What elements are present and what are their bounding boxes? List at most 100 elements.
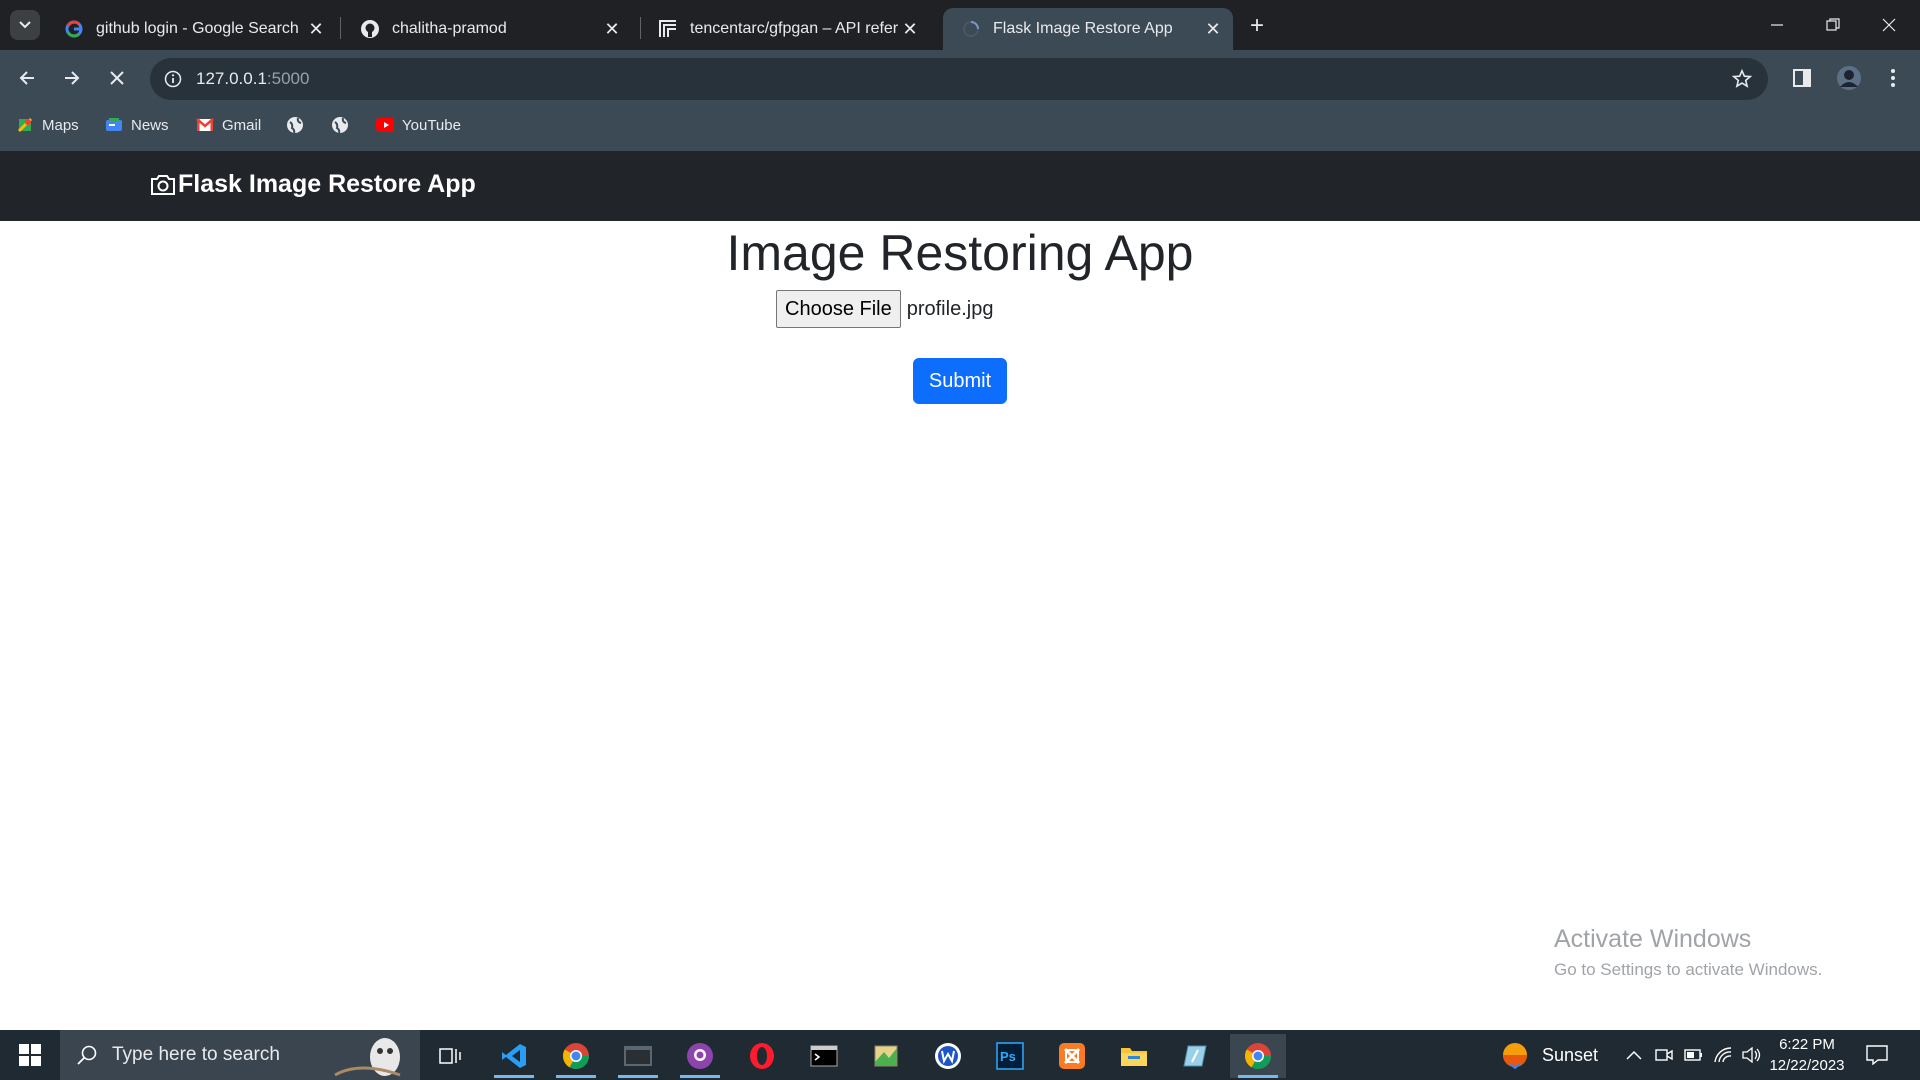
file-input[interactable]: Choose File profile.jpg bbox=[776, 290, 993, 328]
window-app-icon bbox=[624, 1046, 652, 1066]
star-icon[interactable] bbox=[1732, 69, 1752, 89]
taskbar-clock[interactable]: 6:22 PM 12/22/2023 bbox=[1752, 1034, 1862, 1076]
taskbar-vscode[interactable] bbox=[486, 1034, 542, 1078]
youtube-icon bbox=[376, 116, 394, 134]
taskbar-task-view[interactable] bbox=[422, 1034, 478, 1078]
minimize-button[interactable] bbox=[1749, 0, 1805, 50]
url-host: 127.0.0.1 bbox=[196, 69, 267, 88]
tab-search-button[interactable] bbox=[10, 10, 40, 40]
forward-button[interactable] bbox=[57, 63, 87, 93]
taskbar-chrome-active[interactable] bbox=[1230, 1034, 1286, 1078]
page-title: Image Restoring App bbox=[726, 225, 1194, 281]
back-button[interactable] bbox=[12, 63, 42, 93]
close-icon bbox=[1882, 18, 1896, 32]
camera-icon bbox=[151, 174, 175, 195]
show-hidden-icons-button[interactable] bbox=[1626, 1030, 1642, 1080]
network-button[interactable] bbox=[1714, 1030, 1732, 1080]
bookmark-youtube[interactable]: YouTube bbox=[376, 115, 461, 135]
brand-label: Flask Image Restore App bbox=[178, 170, 476, 198]
taskbar-notepad-app[interactable] bbox=[1168, 1034, 1224, 1078]
bookmark-label: YouTube bbox=[402, 116, 461, 134]
notepad-icon bbox=[1183, 1045, 1207, 1067]
opera-icon bbox=[750, 1043, 774, 1069]
search-placeholder: Type here to search bbox=[112, 1044, 280, 1065]
taskbar-word-app[interactable] bbox=[920, 1034, 976, 1078]
taskbar-xampp[interactable] bbox=[1044, 1034, 1100, 1078]
new-tab-button[interactable]: + bbox=[1243, 12, 1271, 40]
bookmark-gmail[interactable]: Gmail bbox=[196, 115, 261, 135]
news-icon bbox=[105, 116, 123, 134]
taskbar-terminal-window[interactable] bbox=[610, 1034, 666, 1078]
taskbar-search[interactable]: Type here to search bbox=[60, 1030, 420, 1080]
word-app-icon bbox=[935, 1043, 961, 1069]
url-port: :5000 bbox=[266, 69, 310, 88]
more-vert-icon bbox=[1891, 69, 1895, 87]
github-icon bbox=[360, 19, 380, 39]
submit-button[interactable]: Submit bbox=[913, 358, 1007, 404]
battery-button[interactable] bbox=[1684, 1030, 1704, 1080]
taskbar-chrome[interactable] bbox=[548, 1034, 604, 1078]
window-close-button[interactable] bbox=[1861, 0, 1917, 50]
search-icon bbox=[77, 1045, 97, 1065]
close-icon[interactable]: ✕ bbox=[898, 17, 922, 41]
navbar-brand[interactable]: Flask Image Restore App bbox=[150, 170, 476, 199]
meet-now-button[interactable] bbox=[1655, 1030, 1673, 1080]
close-icon[interactable]: ✕ bbox=[304, 17, 328, 41]
close-icon bbox=[110, 71, 124, 85]
taskbar-opera[interactable] bbox=[734, 1034, 790, 1078]
replicate-icon bbox=[658, 19, 678, 39]
gmail-icon bbox=[196, 116, 214, 134]
terminal-icon bbox=[810, 1045, 838, 1067]
scroll-app-icon bbox=[874, 1045, 898, 1067]
address-bar[interactable]: 127.0.0.1:5000 bbox=[150, 58, 1768, 100]
sunset-icon bbox=[1503, 1043, 1527, 1070]
taskbar-file-explorer[interactable] bbox=[1106, 1034, 1162, 1078]
close-icon[interactable]: ✕ bbox=[1201, 17, 1225, 41]
tab-title: chalitha-pramod bbox=[392, 20, 507, 37]
taskbar-photoshop[interactable]: Ps bbox=[982, 1034, 1038, 1078]
taskbar-github-desktop[interactable] bbox=[672, 1034, 728, 1078]
chrome-menu-button[interactable] bbox=[1878, 63, 1908, 93]
notification-icon bbox=[1866, 1045, 1888, 1065]
task-view-icon bbox=[439, 1048, 461, 1064]
maps-icon bbox=[16, 116, 34, 134]
xampp-icon bbox=[1059, 1043, 1085, 1069]
watermark-subtitle: Go to Settings to activate Windows. bbox=[1554, 960, 1823, 979]
bookmark-maps[interactable]: Maps bbox=[16, 115, 79, 135]
video-camera-icon bbox=[1655, 1049, 1673, 1061]
close-icon[interactable]: ✕ bbox=[600, 17, 624, 41]
github-desktop-icon bbox=[687, 1043, 713, 1069]
windows-logo-icon bbox=[19, 1044, 41, 1066]
selected-file-name: profile.jpg bbox=[906, 297, 994, 320]
taskbar-cmd[interactable] bbox=[796, 1034, 852, 1078]
watermark-title: Activate Windows bbox=[1554, 925, 1752, 953]
restore-button[interactable] bbox=[1805, 0, 1861, 50]
tab-flask-app[interactable]: Flask Image Restore App ✕ bbox=[943, 8, 1233, 50]
activate-windows-watermark: Activate Windows Go to Settings to activ… bbox=[1554, 925, 1822, 980]
side-panel-button[interactable] bbox=[1787, 63, 1817, 93]
bookmark-news[interactable]: News bbox=[105, 115, 169, 135]
avatar-icon bbox=[1837, 66, 1861, 90]
globe-icon bbox=[286, 116, 304, 134]
tab-github[interactable]: chalitha-pramod ✕ bbox=[342, 8, 632, 50]
profile-avatar[interactable] bbox=[1834, 63, 1864, 93]
tab-google-search[interactable]: github login - Google Search ✕ bbox=[46, 8, 336, 50]
bookmark-globe-1[interactable] bbox=[286, 115, 312, 135]
taskbar-python-app[interactable] bbox=[858, 1034, 914, 1078]
bookmark-label: Gmail bbox=[222, 116, 262, 134]
svg-text:Ps: Ps bbox=[1000, 1049, 1016, 1064]
stop-loading-button[interactable] bbox=[102, 63, 132, 93]
site-info-icon[interactable] bbox=[164, 70, 182, 88]
choose-file-button[interactable]: Choose File bbox=[776, 290, 901, 328]
owl-illustration-icon bbox=[334, 1038, 401, 1077]
arrow-left-icon bbox=[19, 71, 34, 85]
photoshop-icon: Ps bbox=[996, 1042, 1024, 1070]
weather-widget[interactable]: Sunset bbox=[1500, 1030, 1598, 1080]
bookmark-globe-2[interactable] bbox=[331, 115, 357, 135]
chrome-icon bbox=[1244, 1043, 1272, 1070]
arrow-right-icon bbox=[65, 71, 80, 85]
side-panel-icon bbox=[1793, 69, 1811, 87]
start-button[interactable] bbox=[0, 1030, 60, 1080]
tab-replicate[interactable]: tencentarc/gfpgan – API reference ✕ bbox=[640, 8, 930, 50]
action-center-button[interactable] bbox=[1866, 1030, 1888, 1080]
